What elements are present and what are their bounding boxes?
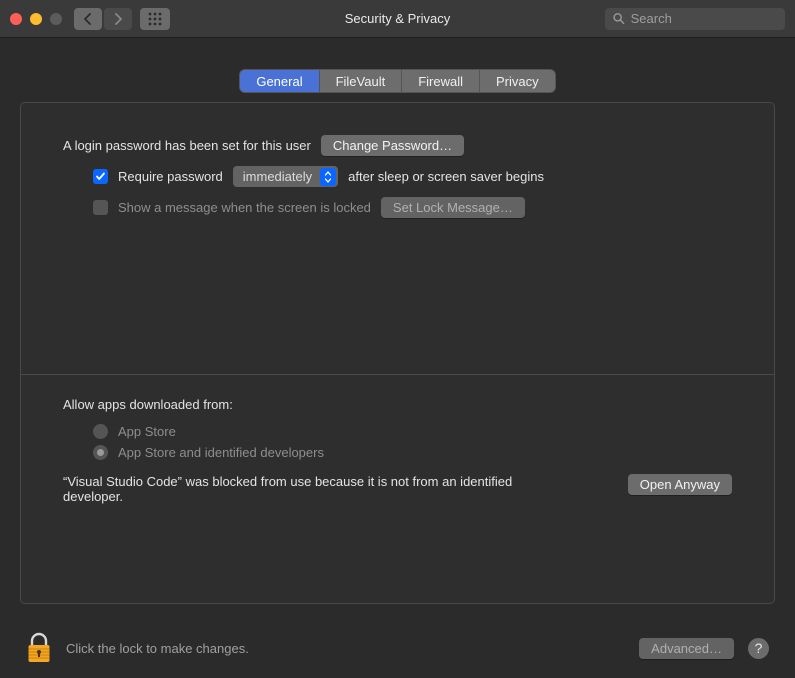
- zoom-window-button[interactable]: [50, 13, 62, 25]
- after-sleep-label: after sleep or screen saver begins: [348, 169, 544, 184]
- tab-strip: General FileVault Firewall Privacy: [0, 70, 795, 92]
- login-password-text: A login password has been set for this u…: [63, 138, 311, 153]
- select-stepper-icon: [320, 168, 336, 186]
- forward-button: [104, 8, 132, 30]
- show-all-button[interactable]: [140, 8, 170, 30]
- radio-app-store-label: App Store: [118, 424, 176, 439]
- check-icon: [95, 171, 106, 182]
- help-button[interactable]: ?: [748, 638, 769, 659]
- open-anyway-button[interactable]: Open Anyway: [628, 474, 732, 495]
- tab-filevault[interactable]: FileVault: [320, 70, 403, 92]
- search-input[interactable]: [631, 11, 777, 26]
- radio-identified-developers: [93, 445, 108, 460]
- advanced-button[interactable]: Advanced…: [639, 638, 734, 659]
- footer: Click the lock to make changes. Advanced…: [26, 632, 769, 664]
- chevron-right-icon: [114, 13, 122, 25]
- show-message-label: Show a message when the screen is locked: [118, 200, 371, 215]
- change-password-button[interactable]: Change Password…: [321, 135, 464, 156]
- set-lock-message-button: Set Lock Message…: [381, 197, 525, 218]
- titlebar: Security & Privacy: [0, 0, 795, 38]
- help-icon: ?: [755, 640, 763, 656]
- search-icon: [613, 12, 625, 25]
- show-message-row: Show a message when the screen is locked…: [63, 197, 732, 218]
- require-password-row: Require password immediately after sleep…: [63, 166, 732, 187]
- spacer: [63, 228, 732, 358]
- require-password-checkbox[interactable]: [93, 169, 108, 184]
- radio-identified-row: App Store and identified developers: [63, 445, 732, 460]
- minimize-window-button[interactable]: [30, 13, 42, 25]
- radio-app-store: [93, 424, 108, 439]
- tab-privacy[interactable]: Privacy: [480, 70, 555, 92]
- radio-app-store-row: App Store: [63, 424, 732, 439]
- blocked-app-message: “Visual Studio Code” was blocked from us…: [63, 474, 513, 504]
- window-controls: [10, 13, 62, 25]
- password-delay-select[interactable]: immediately: [233, 166, 338, 187]
- window-title: Security & Privacy: [345, 11, 450, 26]
- tab-general[interactable]: General: [240, 70, 319, 92]
- require-password-label: Require password: [118, 169, 223, 184]
- chevron-left-icon: [84, 13, 92, 25]
- blocked-app-row: “Visual Studio Code” was blocked from us…: [63, 474, 732, 504]
- lock-message-text: Click the lock to make changes.: [66, 641, 249, 656]
- radio-identified-label: App Store and identified developers: [118, 445, 324, 460]
- tab-firewall[interactable]: Firewall: [402, 70, 480, 92]
- lock-button[interactable]: [26, 632, 52, 664]
- lock-icon: [26, 632, 52, 664]
- close-window-button[interactable]: [10, 13, 22, 25]
- grid-icon: [148, 12, 162, 26]
- search-field[interactable]: [605, 8, 785, 30]
- tab-segment-control: General FileVault Firewall Privacy: [240, 70, 554, 92]
- password-delay-value: immediately: [243, 169, 312, 184]
- show-message-checkbox: [93, 200, 108, 215]
- main-panel: A login password has been set for this u…: [20, 102, 775, 604]
- back-button[interactable]: [74, 8, 102, 30]
- panel-divider: [21, 374, 774, 375]
- login-password-row: A login password has been set for this u…: [63, 135, 732, 156]
- allow-apps-heading: Allow apps downloaded from:: [63, 397, 732, 412]
